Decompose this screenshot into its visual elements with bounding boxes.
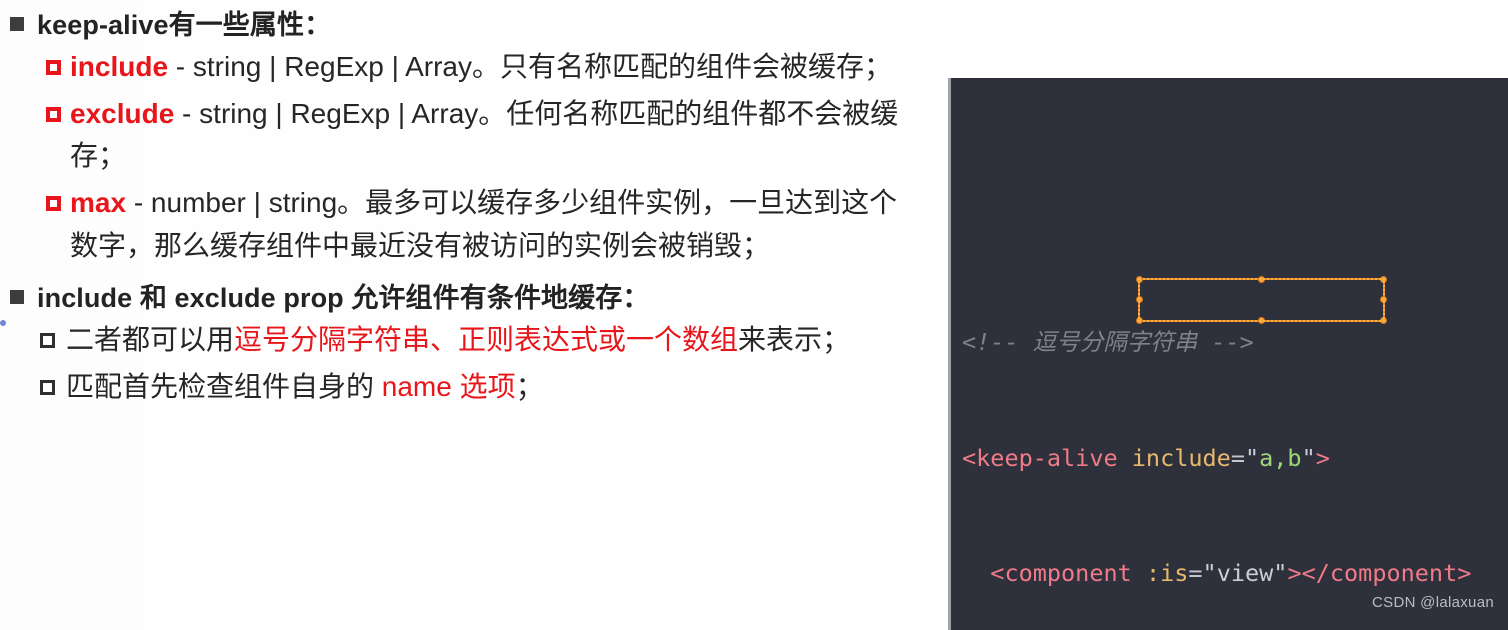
keyword-exclude: exclude — [70, 97, 175, 129]
slide-root: keep-alive有一些属性： include - string | RegE… — [0, 0, 1508, 630]
name-option-prefix: 匹配首先检查组件自身的 — [66, 370, 382, 402]
keyword-include: include — [70, 51, 169, 83]
resize-handle-bottom-right[interactable] — [1380, 317, 1387, 324]
list-item-max: max - number | string。最多可以缓存多少组件实例，一旦达到这… — [0, 182, 948, 267]
section-heading-text: keep-alive有一些属性： — [37, 10, 332, 40]
list-item-exclude-description: - string | RegExp | Array。任何名称匹配的组件都不会被缓… — [70, 97, 899, 172]
resize-handle-top-center[interactable] — [1257, 276, 1265, 283]
list-item-exclude: exclude - string | RegExp | Array。任何名称匹配… — [0, 93, 948, 178]
list-item-exclude-text: exclude - string | RegExp | Array。任何名称匹配… — [70, 93, 925, 178]
name-option-highlight: name 选项 — [381, 370, 516, 402]
code-snippet-panel: <!-- 逗号分隔字符串 --> <keep-alive include="a,… — [948, 78, 1508, 630]
section-heading-conditional-cache: include 和 exclude prop 允许组件有条件地缓存： — [0, 279, 948, 317]
representations-prefix: 二者都可以用 — [66, 324, 235, 356]
csdn-watermark: CSDN @lalaxuan — [1372, 593, 1494, 611]
list-item-max-description: - number | string。最多可以缓存多少组件实例，一旦达到这个数字，… — [70, 186, 898, 261]
list-item-representations-text: 二者都可以用逗号分隔字符串、正则表达式或一个数组来表示； — [66, 319, 850, 362]
dark-hollow-square-bullet-icon — [40, 333, 55, 349]
resize-handle-top-right[interactable] — [1380, 276, 1387, 283]
text-content-column: keep-alive有一些属性： include - string | RegE… — [0, 0, 948, 630]
red-hollow-square-bullet-icon — [46, 106, 61, 122]
resize-handle-bottom-left[interactable] — [1136, 317, 1143, 324]
list-item-max-text: max - number | string。最多可以缓存多少组件实例，一旦达到这… — [70, 182, 925, 267]
filled-square-bullet-icon — [10, 17, 24, 31]
dark-hollow-square-bullet-icon — [40, 379, 55, 395]
resize-handle-bottom-center[interactable] — [1257, 317, 1265, 324]
resize-handle-top-left[interactable] — [1136, 276, 1143, 283]
list-item-include-description: - string | RegExp | Array。只有名称匹配的组件会被缓存； — [168, 51, 892, 83]
red-hollow-square-bullet-icon — [46, 195, 61, 211]
representations-highlight: 逗号分隔字符串、正则表达式或一个数组 — [234, 324, 739, 356]
list-item-include: include - string | RegExp | Array。只有名称匹配… — [0, 46, 948, 89]
list-item-representations: 二者都可以用逗号分隔字符串、正则表达式或一个数组来表示； — [0, 319, 948, 362]
include-attribute-selection-box[interactable] — [1136, 276, 1387, 324]
resize-handle-middle-left[interactable] — [1136, 296, 1143, 303]
representations-suffix: 来表示； — [738, 324, 851, 356]
code-block-comma-separated-string: <!-- 逗号分隔字符串 --> <keep-alive include="a,… — [962, 246, 1508, 630]
filled-square-bullet-icon — [10, 290, 24, 305]
section-heading-text: include 和 exclude prop 允许组件有条件地缓存： — [37, 283, 650, 314]
list-item-name-option-text: 匹配首先检查组件自身的 name 选项； — [66, 366, 544, 409]
name-option-suffix: ； — [515, 370, 544, 402]
section-heading-attributes: keep-alive有一些属性： — [0, 6, 948, 44]
keyword-max: max — [70, 186, 127, 218]
red-hollow-square-bullet-icon — [46, 60, 61, 76]
list-item-include-text: include - string | RegExp | Array。只有名称匹配… — [70, 46, 892, 89]
resize-handle-middle-right[interactable] — [1380, 296, 1387, 303]
list-item-name-option: 匹配首先检查组件自身的 name 选项； — [0, 366, 948, 409]
